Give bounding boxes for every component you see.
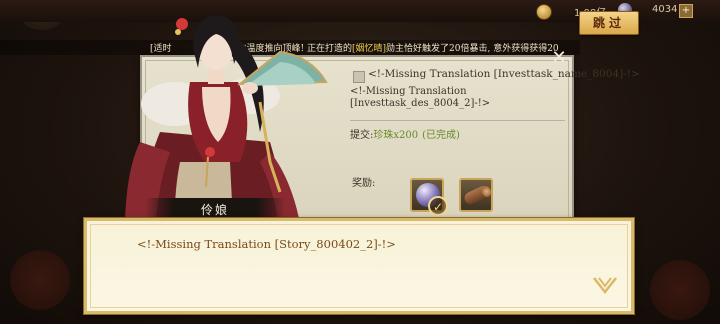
next-arrow-icon[interactable] [592, 274, 618, 296]
pearl-value: 4034 [652, 4, 678, 15]
submit-item: 珍珠x200 [373, 130, 419, 141]
dialogue-text: <!-Missing Translation [Story_800402_2]-… [137, 237, 396, 251]
task-divider [350, 120, 565, 121]
speaker-name-plate: 伶娘 [145, 198, 285, 220]
background-ornament-right [650, 260, 710, 320]
submit-status: (已完成) [422, 130, 460, 141]
submit-requirement: 提交:珍珠x200 (已完成) [350, 126, 460, 141]
close-button[interactable]: ✕ [548, 48, 570, 70]
submit-label: 提交: [350, 130, 374, 141]
ticker-player-name: [姻忆晴] [352, 44, 387, 54]
task-name: <!-Missing Translation [Investtask_name_… [368, 68, 640, 80]
background-ornament-left [10, 250, 70, 310]
task-description: <!-Missing Translation [Investtask_des_8… [350, 86, 491, 109]
dialogue-box[interactable]: <!-Missing Translation [Story_800402_2]-… [84, 218, 634, 314]
gold-coin-icon [536, 4, 552, 20]
reward-slot-wood[interactable] [459, 178, 493, 212]
skip-button[interactable]: 跳过 [579, 11, 639, 35]
ticker-text-b: 勋主恰好触发了20倍暴击, 意外获得获得20 [386, 44, 559, 54]
reward-label: 奖励: [352, 178, 376, 189]
add-pearl-button[interactable]: + [679, 4, 693, 18]
completed-check-icon: ✓ [428, 196, 448, 216]
speaker-name: 伶娘 [200, 203, 229, 217]
task-type-icon [353, 71, 365, 83]
